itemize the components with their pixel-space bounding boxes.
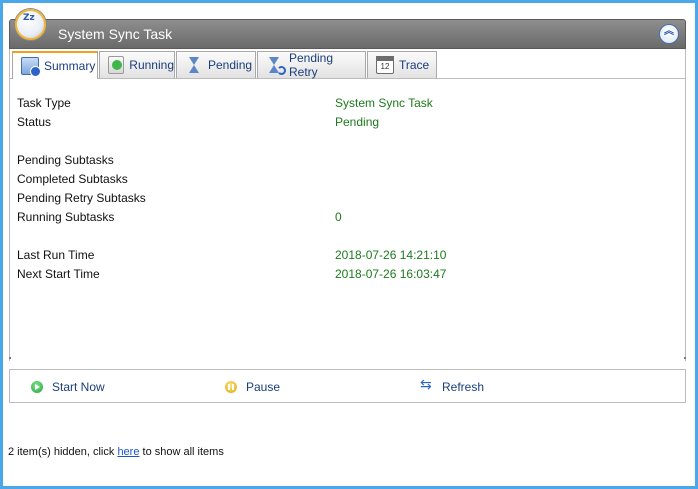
last-run-time-value: 2018-07-26 14:21:10 [335,248,447,262]
resize-dot-left [9,357,11,359]
tab-strip: Summary Running Pending Pending Retry 12… [10,51,685,79]
calendar-icon: 12 [376,56,394,74]
completed-subtasks-label: Completed Subtasks [17,172,128,186]
tab-pending-retry-label: Pending Retry [288,51,334,79]
pending-subtasks-label: Pending Subtasks [17,153,114,167]
task-type-label: Task Type [17,96,71,110]
hidden-items-note: 2 item(s) hidden, click here to show all… [8,446,224,458]
next-start-time-value: 2018-07-26 16:03:47 [335,267,447,281]
hidden-items-suffix: to show all items [139,446,224,458]
tab-pending-label: Pending [208,58,253,72]
status-value: Pending [335,115,380,129]
pause-icon [225,381,237,393]
show-all-items-link[interactable]: here [117,446,139,458]
task-type-value: System Sync Task [335,96,433,110]
refresh-label: Refresh [442,380,485,394]
running-subtasks-value: 0 [335,210,342,224]
tab-trace[interactable]: 12 Trace [367,51,437,78]
summary-icon [21,57,41,77]
sleep-task-logo-icon: Zz [15,9,46,40]
logo-text: Zz [23,13,35,23]
title-bar: System Sync Task ︽ [9,19,686,49]
tab-pending-retry[interactable]: Pending Retry [257,51,366,79]
summary-panel: Summary Running Pending Pending Retry 12… [9,49,686,361]
next-start-time-label: Next Start Time [17,267,100,281]
tab-summary-label: Summary [44,59,96,73]
window-title: System Sync Task [58,26,173,42]
start-now-button[interactable]: Start Now [31,379,105,395]
running-icon [108,56,125,74]
status-label: Status [17,115,52,129]
running-subtasks-label: Running Subtasks [17,210,115,224]
hourglass-retry-icon [266,56,286,75]
pause-label: Pause [246,380,281,394]
start-now-label: Start Now [52,380,105,394]
pending-retry-subtasks-label: Pending Retry Subtasks [17,191,146,205]
tab-pending[interactable]: Pending [176,51,256,78]
hourglass-icon [185,56,203,74]
refresh-icon [420,377,433,393]
resize-dot-right [684,357,686,359]
tab-trace-label: Trace [399,58,430,72]
action-bar: Start Now Pause Refresh [9,369,686,403]
tab-summary[interactable]: Summary [12,51,98,79]
tab-running[interactable]: Running [99,51,175,78]
collapse-chevron-icon[interactable]: ︽ [659,24,679,44]
panel-resize-edge [9,357,686,361]
refresh-button[interactable]: Refresh [420,377,485,395]
play-icon [31,381,43,393]
hidden-items-prefix: 2 item(s) hidden, click [8,446,118,458]
pause-button[interactable]: Pause [225,379,280,395]
last-run-time-label: Last Run Time [17,248,95,262]
tab-running-label: Running [129,58,174,72]
